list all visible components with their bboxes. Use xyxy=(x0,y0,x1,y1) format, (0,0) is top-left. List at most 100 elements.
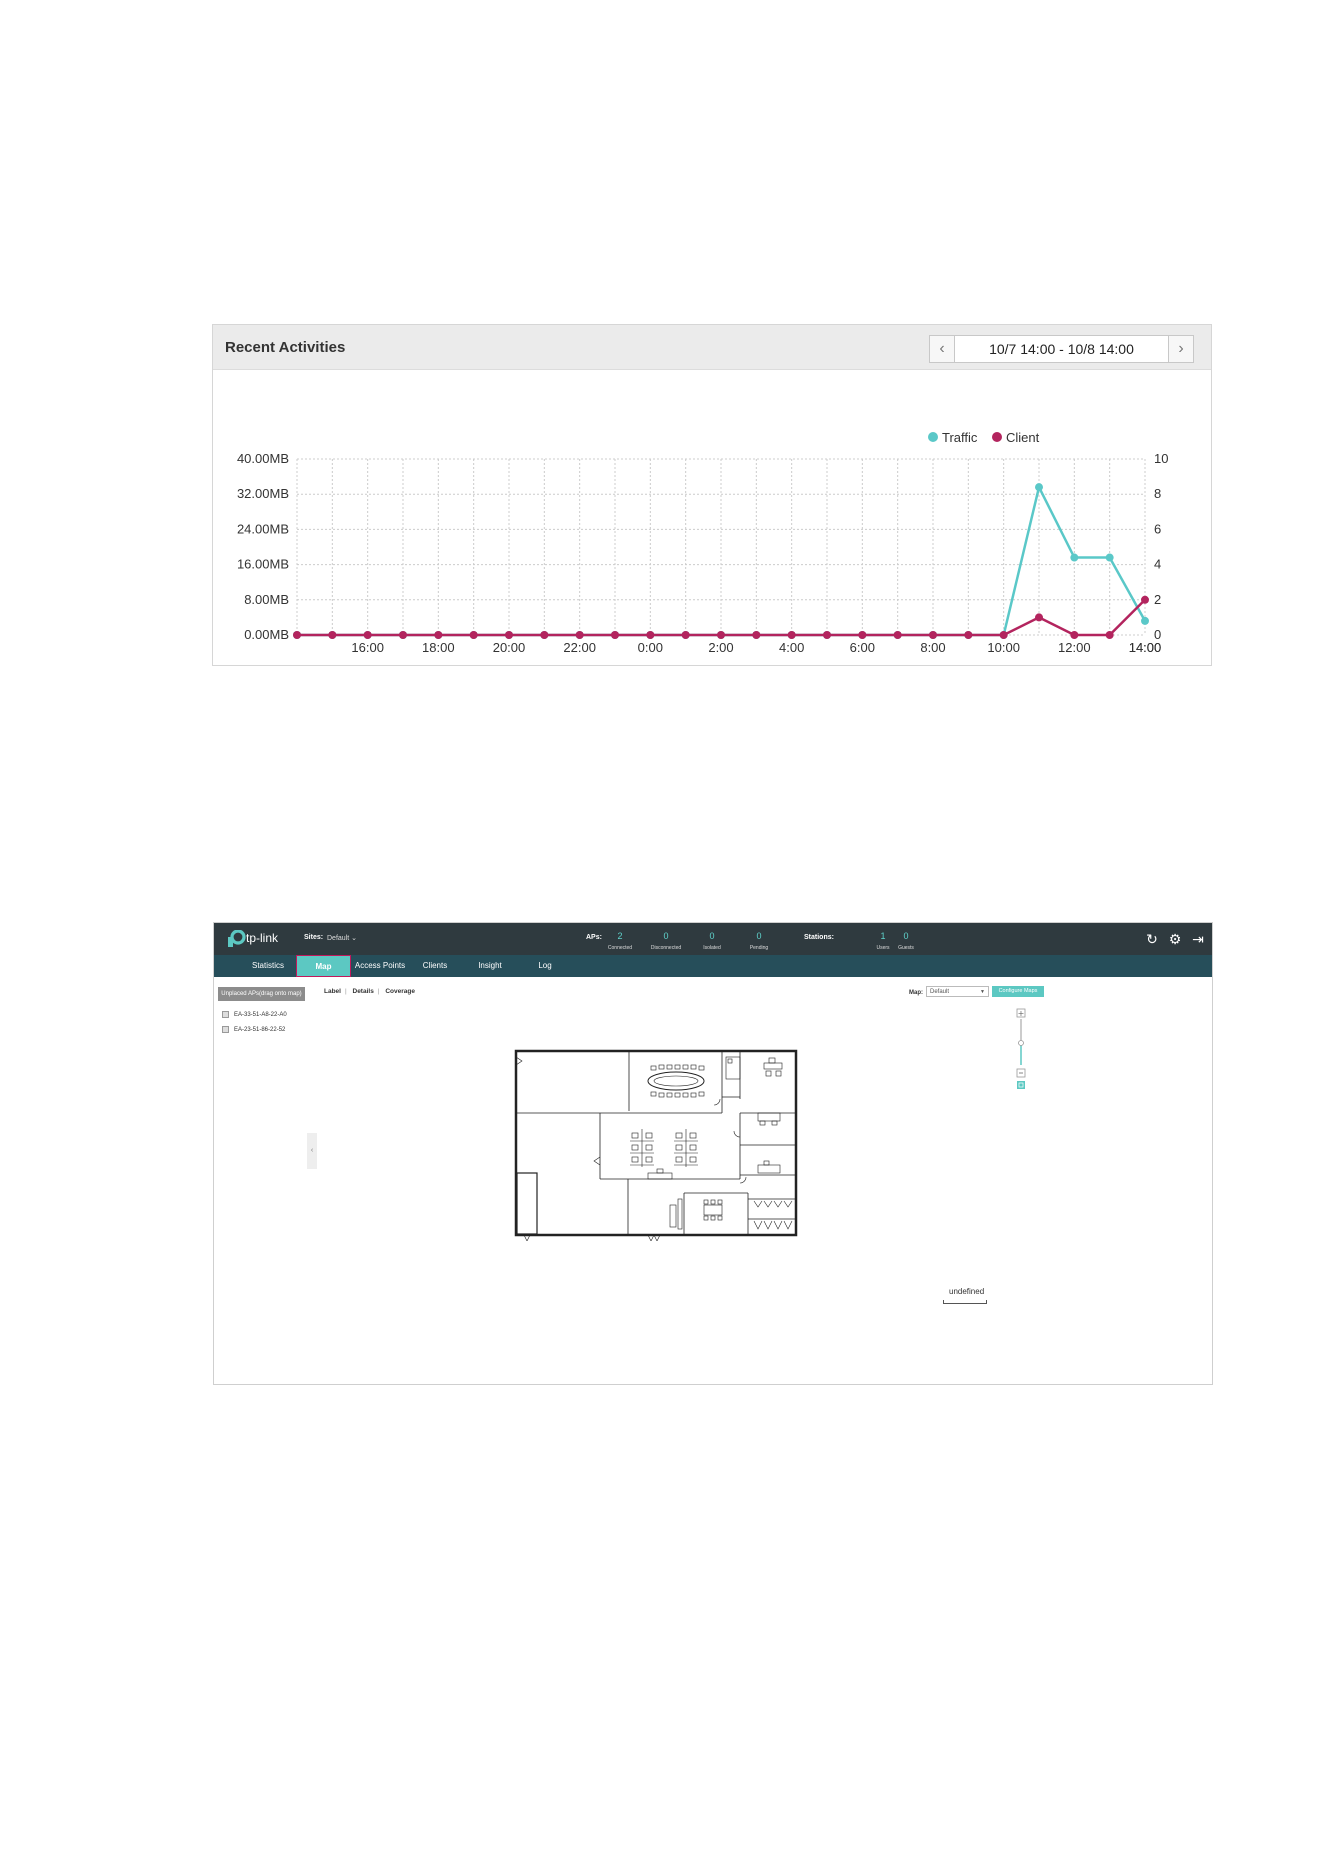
nav-access-points[interactable]: Access Points xyxy=(354,955,406,977)
y-left-tick-label: 16.00MB xyxy=(237,557,289,572)
y-right-tick-label: 2 xyxy=(1154,592,1161,607)
sites-label: Sites: xyxy=(304,934,324,941)
ap-connected-count[interactable]: 2 xyxy=(600,931,640,941)
data-point-client xyxy=(1035,613,1043,622)
data-point-client xyxy=(964,631,973,639)
legend-marker-client xyxy=(992,432,1002,442)
ap-isolated-label: Isolated xyxy=(703,945,721,951)
x-tick-label: 20:00 xyxy=(493,640,526,655)
top-bar: tp-link Sites: Default ⌄ APs: 2 Connecte… xyxy=(214,923,1212,955)
collapse-panel-button[interactable]: ‹ xyxy=(307,1133,317,1169)
panel-header: Recent Activities ‹ 10/7 14:00 - 10/8 14… xyxy=(213,325,1211,370)
y-right-tick-label: 8 xyxy=(1154,486,1161,501)
legend-label-client: Client xyxy=(1006,430,1040,445)
data-point-traffic xyxy=(1070,553,1079,562)
x-tick-label: 8:00 xyxy=(920,640,945,655)
nav-clients[interactable]: Clients xyxy=(414,955,456,977)
data-point-client xyxy=(893,631,902,639)
data-point-client xyxy=(752,631,761,639)
ap-isolated-count[interactable]: 0 xyxy=(692,931,732,941)
gear-icon[interactable]: ⚙ xyxy=(1167,931,1183,947)
chevron-down-icon: ▼ xyxy=(980,989,985,995)
data-point-client xyxy=(858,631,867,639)
nav-insight[interactable]: Insight xyxy=(469,955,511,977)
data-point-client xyxy=(540,631,549,639)
data-point-client xyxy=(717,631,725,639)
y-left-tick-label: 32.00MB xyxy=(237,486,289,501)
date-range-display: 10/7 14:00 - 10/8 14:00 xyxy=(954,335,1169,363)
x-tick-label: 4:00 xyxy=(779,640,804,655)
data-point-client xyxy=(1141,595,1149,604)
panel-title: Recent Activities xyxy=(225,339,346,356)
brand-name: tp-link xyxy=(246,931,279,945)
legend-label-traffic: Traffic xyxy=(942,430,978,445)
station-guests-label: Guests xyxy=(898,945,914,951)
sites-selector[interactable]: Default ⌄ xyxy=(327,934,357,942)
data-point-traffic xyxy=(1035,483,1043,492)
ap-pending-label: Pending xyxy=(749,945,769,951)
y-right-tick-label: 4 xyxy=(1154,557,1161,572)
refresh-icon[interactable]: ↻ xyxy=(1144,931,1160,947)
unplaced-ap-item[interactable]: EA-23-51-86-22-52 xyxy=(222,1026,285,1033)
data-point-client xyxy=(399,631,407,639)
data-point-client xyxy=(611,631,619,639)
ap-device-icon xyxy=(222,1026,229,1033)
data-point-client xyxy=(1070,631,1079,639)
x-tick-label: 16:00 xyxy=(351,640,384,655)
x-tick-label: 10:00 xyxy=(987,640,1020,655)
data-point-traffic xyxy=(1141,616,1149,625)
activity-chart: 0.00MB 08.00MB 216.00MB 424.00MB 632.00MB 840… xyxy=(237,430,1169,655)
logout-icon[interactable]: ⇥ xyxy=(1190,931,1206,947)
data-point-client xyxy=(823,631,831,639)
data-point-client xyxy=(681,631,690,639)
y-right-tick-label: 10 xyxy=(1154,451,1168,466)
chevron-down-icon: ⌄ xyxy=(351,935,358,942)
stations-label: Stations: xyxy=(804,934,834,941)
main-nav: Statistics Map Access Points Clients Ins… xyxy=(214,955,1212,977)
x-tick-label: 6:00 xyxy=(850,640,875,655)
chevron-left-icon: ‹ xyxy=(939,340,945,357)
prev-range-button[interactable]: ‹ xyxy=(929,335,955,363)
ap-device-icon xyxy=(222,1011,229,1018)
scale-label: undefined xyxy=(949,1287,985,1296)
y-right-tick-label: 6 xyxy=(1154,521,1161,536)
data-point-client xyxy=(328,631,337,639)
next-range-button[interactable]: › xyxy=(1168,335,1194,363)
data-point-client xyxy=(363,631,372,639)
legend-marker-traffic xyxy=(928,432,938,442)
data-point-client xyxy=(293,631,301,639)
scale-bar xyxy=(943,1300,987,1304)
ap-connected-label: Connected xyxy=(607,945,633,951)
y-left-tick-label: 40.00MB xyxy=(237,451,289,466)
ap-disconnected-count[interactable]: 0 xyxy=(646,931,686,941)
tab-coverage[interactable]: Coverage xyxy=(385,988,415,995)
x-tick-label: 14:00 xyxy=(1129,640,1162,655)
data-point-client xyxy=(505,631,513,639)
zoom-control[interactable]: + xyxy=(1014,1007,1028,1097)
nav-statistics[interactable]: Statistics xyxy=(244,955,292,977)
unplaced-aps-button[interactable]: Unplaced APs(drag onto map) xyxy=(218,987,305,1001)
data-point-client xyxy=(646,631,655,639)
recent-activities-panel: Recent Activities ‹ 10/7 14:00 - 10/8 14… xyxy=(212,324,1212,666)
y-left-tick-label: 0.00MB xyxy=(244,627,289,642)
series-line-client xyxy=(297,598,1146,637)
station-guests-count[interactable]: 0 xyxy=(886,931,926,941)
fit-map-icon xyxy=(1017,1081,1025,1089)
x-tick-label: 18:00 xyxy=(422,640,455,655)
x-tick-label: 22:00 xyxy=(563,640,596,655)
nav-map[interactable]: Map xyxy=(296,955,351,977)
unplaced-ap-item[interactable]: EA-33-51-A8-22-A0 xyxy=(222,1011,287,1018)
configure-maps-button[interactable]: Configure Maps xyxy=(992,986,1044,997)
tab-label[interactable]: Label xyxy=(324,988,341,995)
map-label: Map: xyxy=(909,990,923,996)
tab-details[interactable]: Details xyxy=(353,988,374,995)
data-point-client xyxy=(929,631,937,639)
y-left-tick-label: 8.00MB xyxy=(244,592,289,607)
floor-plan-map[interactable] xyxy=(514,1049,798,1241)
ap-pending-count[interactable]: 0 xyxy=(739,931,779,941)
controller-window: tp-link Sites: Default ⌄ APs: 2 Connecte… xyxy=(213,922,1213,1385)
x-tick-label: 0:00 xyxy=(638,640,663,655)
map-view-tabs: Label | Details | Coverage xyxy=(324,988,415,995)
nav-log[interactable]: Log xyxy=(524,955,566,977)
map-select[interactable]: Default ▼ xyxy=(926,986,989,997)
